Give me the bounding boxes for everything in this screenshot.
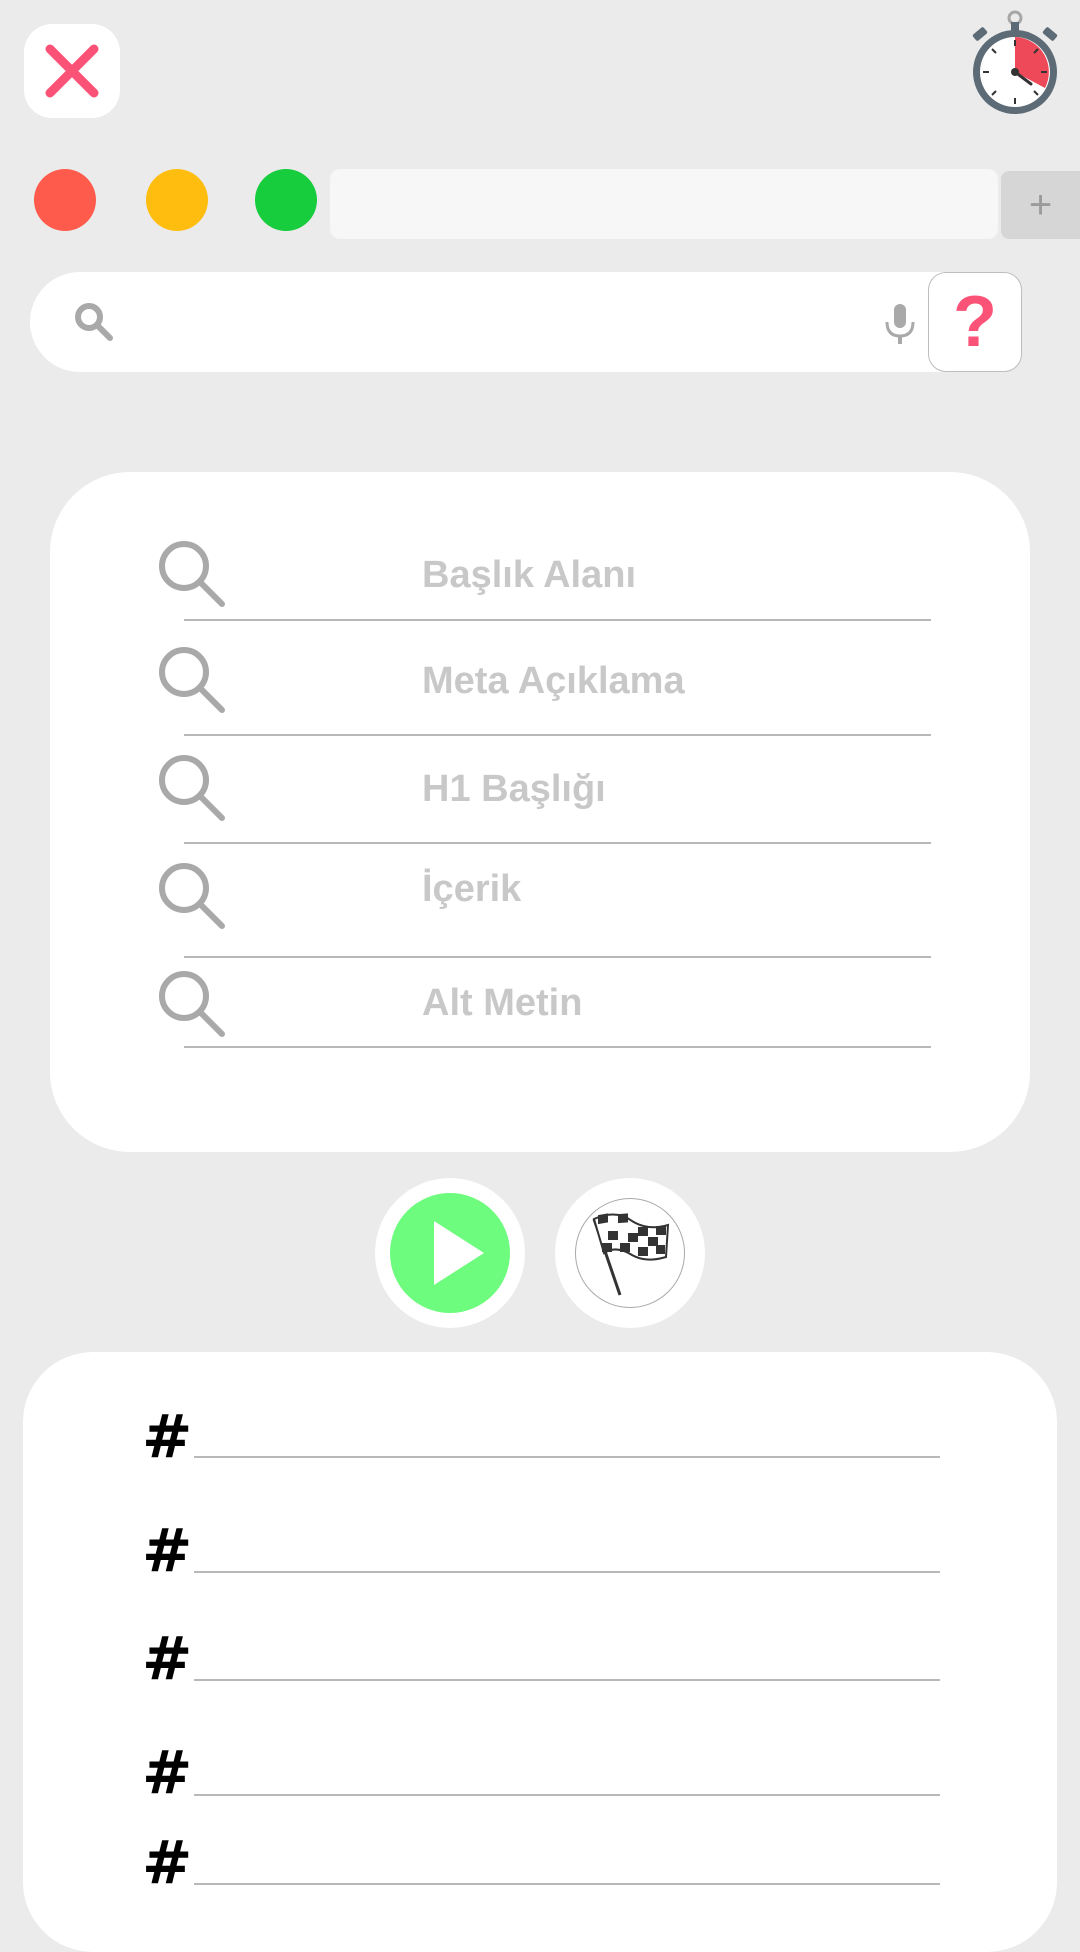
field-label-meta[interactable]: Meta Açıklama bbox=[422, 660, 685, 703]
search-icon bbox=[159, 541, 225, 607]
search-icon bbox=[75, 303, 113, 341]
finish-button[interactable] bbox=[555, 1178, 705, 1328]
play-icon bbox=[434, 1221, 484, 1285]
hashtag-symbol: # bbox=[142, 1516, 193, 1586]
new-tab-label: + bbox=[1028, 183, 1053, 227]
hashtag-input-line[interactable] bbox=[194, 1456, 940, 1458]
field-label-content[interactable]: İçerik bbox=[422, 868, 521, 911]
hashtag-input-line[interactable] bbox=[194, 1679, 940, 1681]
play-button-face bbox=[390, 1193, 510, 1313]
field-underline bbox=[184, 619, 931, 621]
field-label-alt-text[interactable]: Alt Metin bbox=[422, 982, 582, 1025]
close-x-icon bbox=[45, 44, 99, 98]
field-label-h1[interactable]: H1 Başlığı bbox=[422, 768, 606, 811]
search-icon bbox=[159, 755, 225, 821]
hashtag-input-line[interactable] bbox=[194, 1794, 940, 1796]
field-underline bbox=[184, 956, 931, 958]
finish-button-face bbox=[575, 1198, 685, 1308]
field-underline bbox=[184, 842, 931, 844]
field-underline bbox=[184, 734, 931, 736]
microphone-icon[interactable] bbox=[882, 304, 918, 344]
checkered-flag-icon bbox=[592, 1213, 670, 1296]
minimize-window-dot[interactable] bbox=[146, 169, 208, 231]
maximize-window-dot[interactable] bbox=[255, 169, 317, 231]
hashtag-symbol: # bbox=[142, 1828, 193, 1898]
help-label: ? bbox=[953, 282, 997, 362]
help-button[interactable]: ? bbox=[928, 272, 1022, 372]
search-icon bbox=[159, 863, 225, 929]
hashtag-input-line[interactable] bbox=[194, 1883, 940, 1885]
close-window-dot[interactable] bbox=[34, 169, 96, 231]
hashtag-symbol: # bbox=[142, 1402, 193, 1472]
search-icon bbox=[159, 971, 225, 1037]
play-button[interactable] bbox=[375, 1178, 525, 1328]
search-icon bbox=[159, 647, 225, 713]
stopwatch-icon[interactable] bbox=[965, 8, 1065, 118]
hashtag-symbol: # bbox=[142, 1624, 193, 1694]
field-label-title[interactable]: Başlık Alanı bbox=[422, 554, 636, 597]
new-tab-button[interactable]: + bbox=[1001, 171, 1080, 239]
address-bar[interactable] bbox=[330, 169, 998, 239]
hashtag-input-line[interactable] bbox=[194, 1571, 940, 1573]
search-bar[interactable] bbox=[30, 272, 1020, 372]
close-button[interactable] bbox=[24, 24, 120, 118]
field-underline bbox=[184, 1046, 931, 1048]
hashtag-symbol: # bbox=[142, 1738, 193, 1808]
